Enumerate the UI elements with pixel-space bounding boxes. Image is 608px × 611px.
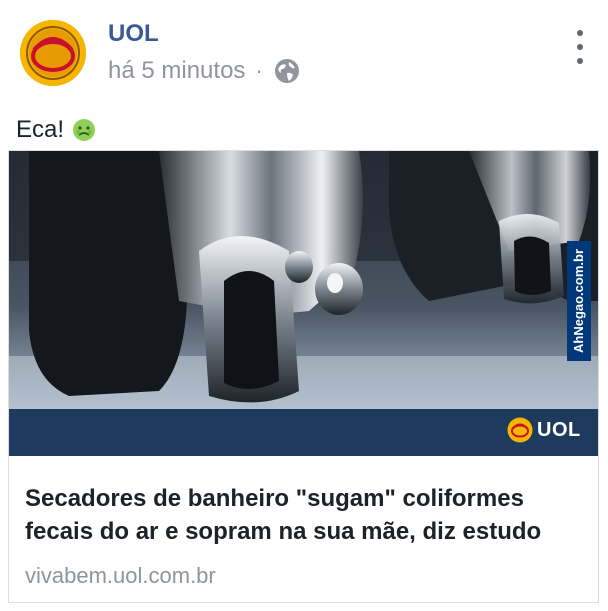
image-uol-logo: UOL bbox=[507, 417, 581, 443]
image-logo-text: UOL bbox=[537, 418, 581, 441]
link-card-text[interactable]: Secadores de banheiro "sugam" coliformes… bbox=[9, 456, 598, 602]
globe-icon bbox=[274, 59, 299, 83]
meta-separator: · bbox=[255, 58, 263, 83]
post-timestamp[interactable]: há 5 minutos bbox=[108, 57, 245, 85]
page-name[interactable]: UOL bbox=[108, 20, 159, 48]
caption-text: Eca! bbox=[16, 116, 65, 143]
uol-logo-icon bbox=[507, 417, 533, 443]
nauseated-face-emoji-icon bbox=[73, 119, 96, 141]
uol-logo-icon bbox=[20, 20, 86, 86]
more-options-button[interactable] bbox=[570, 30, 590, 64]
article-domain: vivabem.uol.com.br bbox=[25, 563, 216, 588]
post-caption: Eca! bbox=[16, 116, 96, 144]
post-meta: há 5 minutos · bbox=[108, 57, 301, 85]
hand-dryer-photo bbox=[9, 151, 598, 456]
link-preview-card[interactable]: AhNegao.com.br UOL Secadores de banheiro… bbox=[8, 150, 599, 603]
more-dot bbox=[577, 44, 583, 50]
more-vertical-icon bbox=[577, 30, 583, 36]
image-watermark: AhNegao.com.br bbox=[567, 241, 591, 361]
article-image[interactable]: AhNegao.com.br UOL bbox=[9, 151, 598, 456]
post-header: UOL há 5 minutos · bbox=[0, 0, 608, 110]
uol-avatar[interactable] bbox=[20, 20, 86, 86]
article-headline[interactable]: Secadores de banheiro "sugam" coliformes… bbox=[25, 482, 590, 548]
more-dot bbox=[577, 58, 583, 64]
